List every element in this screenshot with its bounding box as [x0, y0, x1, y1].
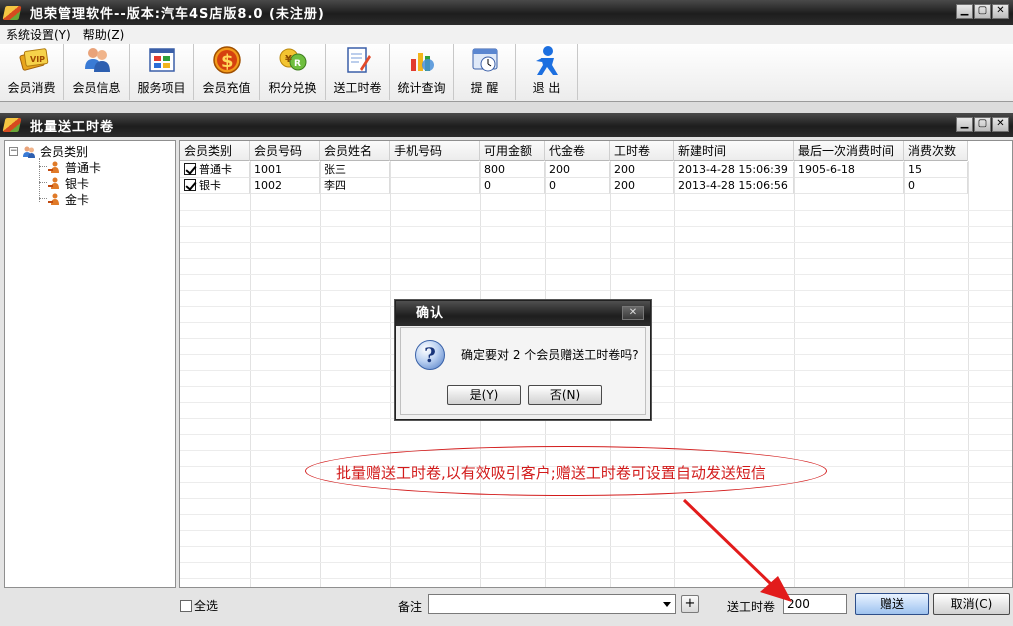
annotation-arrow-icon [682, 498, 792, 602]
